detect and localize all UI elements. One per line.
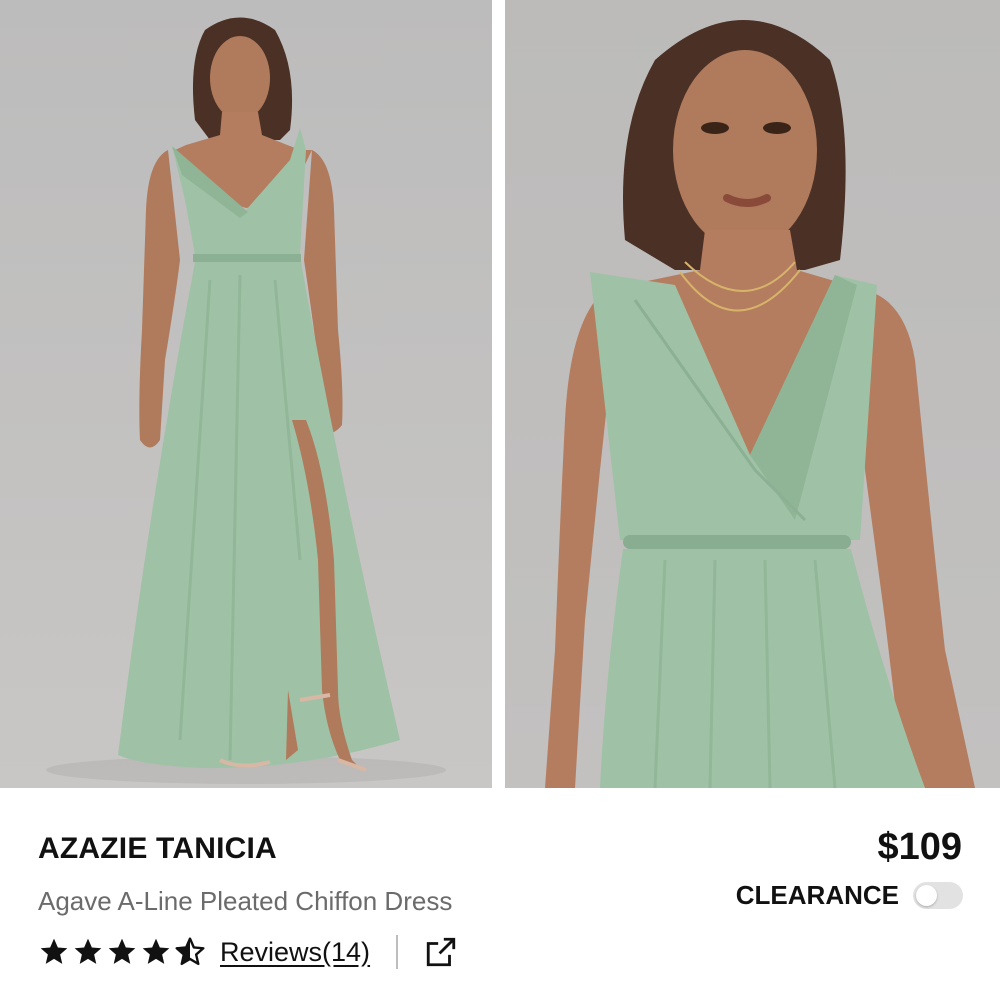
product-name[interactable]: Agave A-Line Pleated Chiffon Dress [38,886,452,917]
star-icon [142,938,170,964]
toggle-knob [916,885,937,906]
reviews-link[interactable]: Reviews(14) [220,937,370,968]
rating-row: Reviews(14) [38,932,458,972]
product-photo-full-length[interactable] [0,0,492,788]
product-brand: AZAZIE TANICIA [38,832,277,865]
star-icon [40,938,68,964]
star-icon [108,938,136,964]
gallery-gap [492,0,505,788]
star-rating [38,936,206,968]
product-price: $109 [877,826,962,868]
product-info: AZAZIE TANICIA Agave A-Line Pleated Chif… [0,788,1000,1000]
star-icon [74,938,102,964]
divider [396,935,399,969]
external-link-icon[interactable] [424,935,458,969]
product-photo-closeup[interactable] [505,0,1000,788]
star-half-icon [175,937,205,966]
clearance-filter: CLEARANCE [736,880,963,911]
clearance-toggle[interactable] [913,882,963,909]
model-full-length-image [46,17,446,784]
model-closeup-image [545,20,975,788]
clearance-label: CLEARANCE [735,880,899,910]
product-gallery [0,0,1000,788]
